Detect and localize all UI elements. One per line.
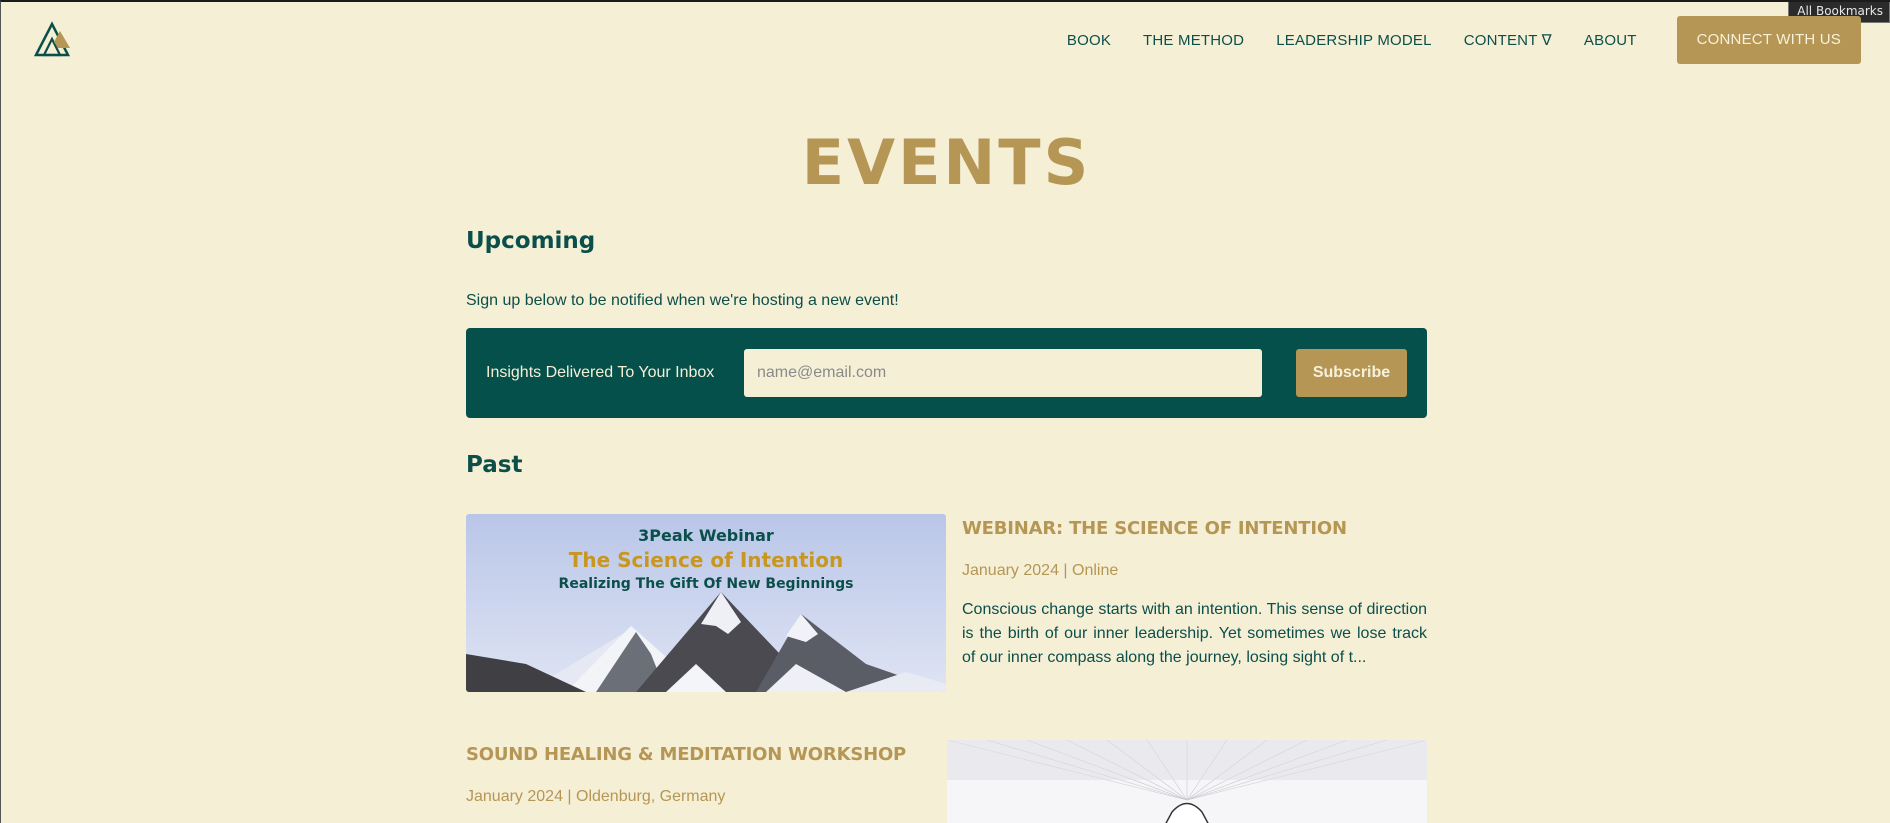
nav-about[interactable]: ABOUT	[1584, 32, 1637, 49]
sound-healing-event-image[interactable]	[947, 740, 1427, 823]
signup-text: Sign up below to be notified when we're …	[466, 292, 899, 309]
webinar-image-line1: 3Peak Webinar	[638, 526, 774, 545]
newsletter-form: Insights Delivered To Your Inbox Subscri…	[466, 328, 1427, 418]
nav-book[interactable]: BOOK	[1067, 32, 1111, 49]
event-meta: January 2024 | Oldenburg, Germany	[466, 788, 726, 805]
connect-with-us-button[interactable]: CONNECT WITH US	[1676, 16, 1861, 64]
nav-leadership-model[interactable]: LEADERSHIP MODEL	[1276, 32, 1431, 49]
nav-the-method[interactable]: THE METHOD	[1143, 32, 1244, 49]
email-input[interactable]	[744, 349, 1262, 397]
site-header: BOOK THE METHOD LEADERSHIP MODEL CONTENT…	[1, 2, 1890, 78]
past-heading: Past	[466, 452, 523, 478]
subscribe-button[interactable]: Subscribe	[1296, 349, 1407, 397]
newsletter-label: Insights Delivered To Your Inbox	[486, 364, 715, 381]
event-title[interactable]: SOUND HEALING & MEDITATION WORKSHOP	[466, 744, 906, 765]
main-nav: BOOK THE METHOD LEADERSHIP MODEL CONTENT…	[1067, 16, 1861, 64]
upcoming-heading: Upcoming	[466, 228, 596, 254]
webinar-image-line3: Realizing The Gift Of New Beginnings	[558, 576, 854, 592]
logo-icon[interactable]	[32, 20, 74, 58]
event-description: Conscious change starts with an intentio…	[962, 601, 1427, 666]
webinar-image-line2: The Science of Intention	[568, 548, 844, 572]
webinar-event-image[interactable]: 3Peak Webinar The Science of Intention R…	[466, 514, 946, 692]
event-title[interactable]: WEBINAR: THE SCIENCE OF INTENTION	[962, 518, 1347, 539]
nav-content-dropdown[interactable]: CONTENT ∇	[1464, 31, 1552, 49]
event-meta: January 2024 | Online	[962, 562, 1119, 579]
page-title: EVENTS	[801, 126, 1092, 199]
webinar-image-caption: 3Peak Webinar The Science of Intention R…	[466, 526, 946, 592]
